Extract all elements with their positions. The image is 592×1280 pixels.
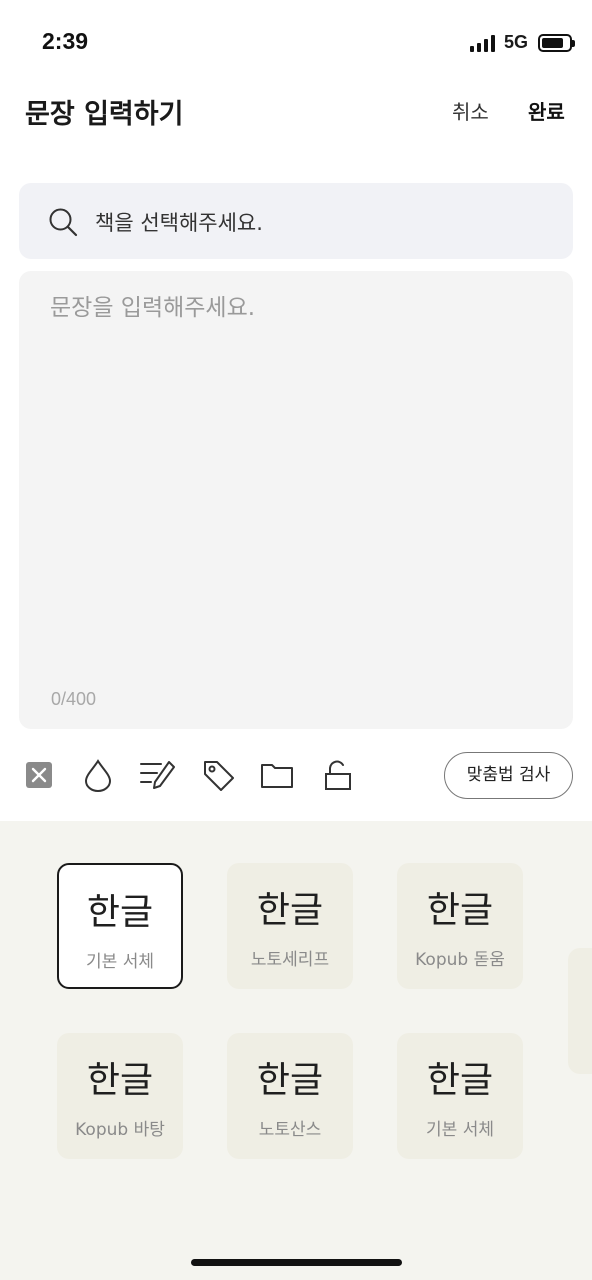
font-name: Kopub 돋움	[415, 950, 505, 970]
folder-icon[interactable]	[260, 758, 294, 792]
font-picker-panel: 한글 기본 서체 한글 노토세리프 한글 Kopub 돋움 한글 Kopub 바…	[0, 821, 592, 1280]
font-option[interactable]: 한글 노토세리프	[227, 863, 353, 989]
font-name: 기본 서체	[426, 1120, 494, 1140]
font-sample: 한글	[426, 890, 494, 931]
done-button[interactable]: 완료	[528, 96, 565, 125]
home-indicator[interactable]	[191, 1259, 402, 1266]
font-option[interactable]: 한글 Kopub 바탕	[57, 1033, 183, 1159]
font-sample: 한글	[256, 1060, 324, 1101]
font-option[interactable]: 한글 노토산스	[227, 1033, 353, 1159]
editor-toolbar: 맞춤법 검사	[0, 748, 592, 804]
spell-check-button[interactable]: 맞춤법 검사	[444, 752, 573, 799]
font-option[interactable]: 한글 기본 서체	[397, 1033, 523, 1159]
font-option[interactable]: 한글 Kopub 돋움	[397, 863, 523, 989]
font-sample: 한글	[86, 892, 154, 933]
book-select-field[interactable]: 책을 선택해주세요.	[19, 183, 573, 259]
network-type: 5G	[503, 32, 528, 52]
font-sample: 한글	[256, 890, 324, 931]
close-square-icon[interactable]	[22, 758, 56, 792]
cancel-button[interactable]: 취소	[452, 96, 489, 125]
char-count: 0/400	[51, 689, 97, 709]
sentence-area	[19, 271, 573, 729]
signal-icon	[469, 34, 495, 52]
tag-icon[interactable]	[202, 758, 236, 792]
status-time: 2:39	[42, 28, 89, 54]
edit-lines-icon[interactable]	[139, 758, 177, 792]
font-name: 기본 서체	[86, 952, 154, 972]
font-name: 노토세리프	[250, 950, 330, 970]
page-title: 문장 입력하기	[25, 99, 184, 130]
font-sample: 한글	[86, 1060, 154, 1101]
font-sample: 한글	[426, 1060, 494, 1101]
battery-icon	[538, 33, 575, 52]
font-option[interactable]: 한글 기본 서체	[57, 863, 183, 989]
header: 문장 입력하기 취소 완료	[0, 88, 592, 132]
font-option-partial[interactable]	[568, 948, 592, 1074]
drop-icon[interactable]	[81, 758, 115, 792]
book-select-placeholder: 책을 선택해주세요.	[95, 211, 263, 235]
unlock-icon[interactable]	[321, 758, 355, 792]
sentence-input[interactable]	[19, 271, 573, 729]
status-indicators: 5G	[469, 32, 575, 53]
font-name: 노토산스	[258, 1120, 322, 1140]
search-icon	[49, 208, 78, 237]
font-name: Kopub 바탕	[75, 1120, 165, 1140]
status-bar: 2:39 5G	[0, 0, 592, 88]
